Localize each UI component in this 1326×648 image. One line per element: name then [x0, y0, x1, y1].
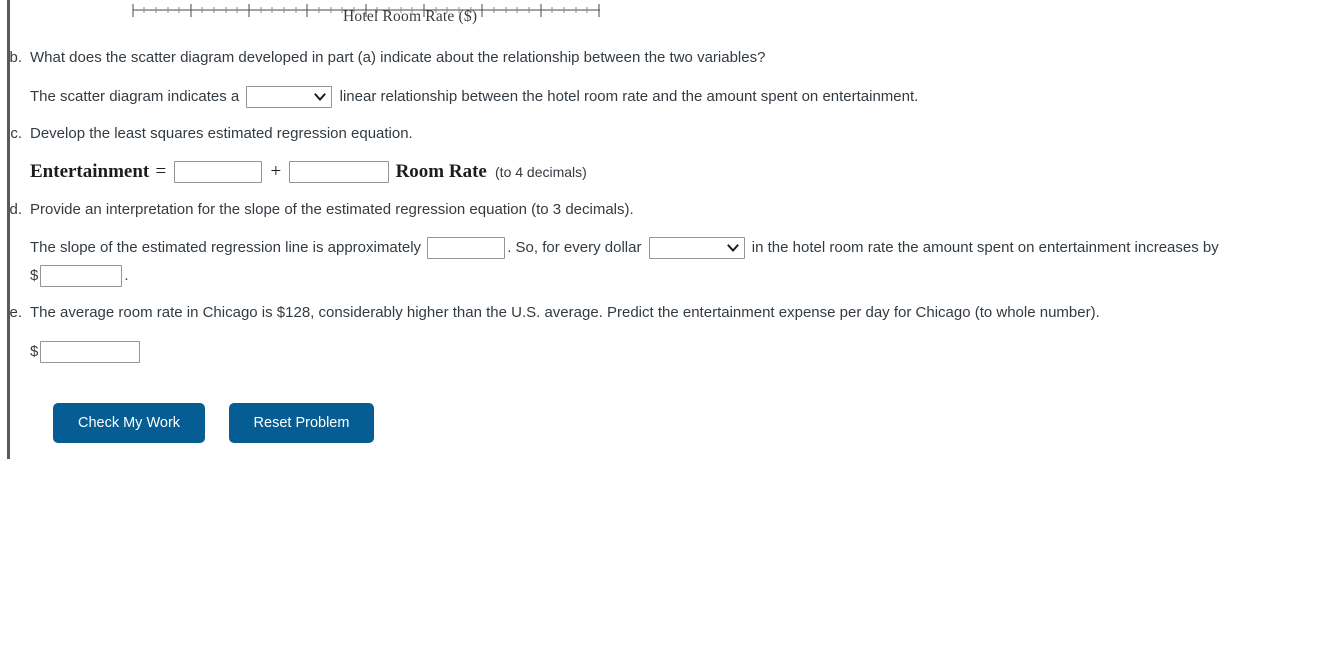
reset-problem-button[interactable]: Reset Problem [229, 403, 374, 443]
check-my-work-button[interactable]: Check My Work [53, 403, 205, 443]
scatter-diagram-axis-fragment: Hotel Room Rate ($) [0, 0, 1326, 34]
question-d: d. Provide an interpretation for the slo… [0, 199, 1326, 290]
question-b-answer-before: The scatter diagram indicates a [30, 88, 240, 105]
question-d-answer-part2: . So, for every dollar [507, 239, 642, 256]
question-e-letter: e. [9, 304, 22, 321]
equation-lhs-label: Entertainment [30, 161, 150, 183]
entertainment-increase-input[interactable] [40, 265, 123, 288]
chevron-down-icon [726, 244, 739, 253]
question-c-prompt-row: c. Develop the least squares estimated r… [0, 123, 1326, 145]
question-d-answer-part1: The slope of the estimated regression li… [30, 239, 422, 256]
question-c-prompt: Develop the least squares estimated regr… [30, 125, 413, 142]
question-d-prompt: Provide an interpretation for the slope … [30, 201, 634, 218]
equation-equals-symbol: = [155, 161, 167, 183]
question-b: b. What does the scatter diagram develop… [0, 47, 1326, 111]
equation-variable-label: Room Rate [395, 161, 487, 183]
dollar-change-direction-select[interactable] [648, 237, 745, 260]
action-button-bar: Check My Work Reset Problem [53, 403, 374, 443]
question-e-prompt: The average room rate in Chicago is $128… [30, 304, 1100, 321]
question-b-prompt: What does the scatter diagram developed … [30, 49, 766, 66]
question-e-prompt-row: e. The average room rate in Chicago is $… [0, 302, 1326, 324]
question-b-answer-row: The scatter diagram indicates a linear r… [30, 83, 1326, 111]
question-c: c. Develop the least squares estimated r… [0, 123, 1326, 186]
question-b-answer-after: linear relationship between the hotel ro… [339, 88, 919, 105]
currency-symbol: $ [30, 343, 39, 360]
chevron-down-icon [314, 93, 327, 102]
question-d-letter: d. [9, 201, 22, 218]
equation-precision-hint: (to 4 decimals) [495, 164, 587, 181]
relationship-direction-select[interactable] [246, 86, 333, 109]
question-b-letter: b. [9, 49, 22, 66]
intercept-input[interactable] [174, 161, 263, 184]
chicago-prediction-input[interactable] [40, 341, 141, 364]
slope-coefficient-input[interactable] [289, 161, 390, 184]
question-d-answer-row: The slope of the estimated regression li… [30, 234, 1220, 290]
question-d-prompt-row: d. Provide an interpretation for the slo… [0, 199, 1326, 221]
question-b-prompt-row: b. What does the scatter diagram develop… [0, 47, 1326, 69]
question-c-equation-row: Entertainment = + Room Rate (to 4 decima… [30, 158, 1326, 186]
equation-plus-symbol: + [270, 161, 282, 183]
question-e: e. The average room rate in Chicago is $… [0, 302, 1326, 366]
question-e-answer-row: $ [30, 338, 1326, 366]
question-d-answer-part4: . [124, 267, 129, 284]
problem-page: Hotel Room Rate ($) b. What does the sca… [0, 0, 1326, 648]
slope-value-input[interactable] [427, 237, 506, 260]
x-axis-label: Hotel Room Rate ($) [343, 8, 478, 25]
question-c-letter: c. [10, 125, 22, 142]
